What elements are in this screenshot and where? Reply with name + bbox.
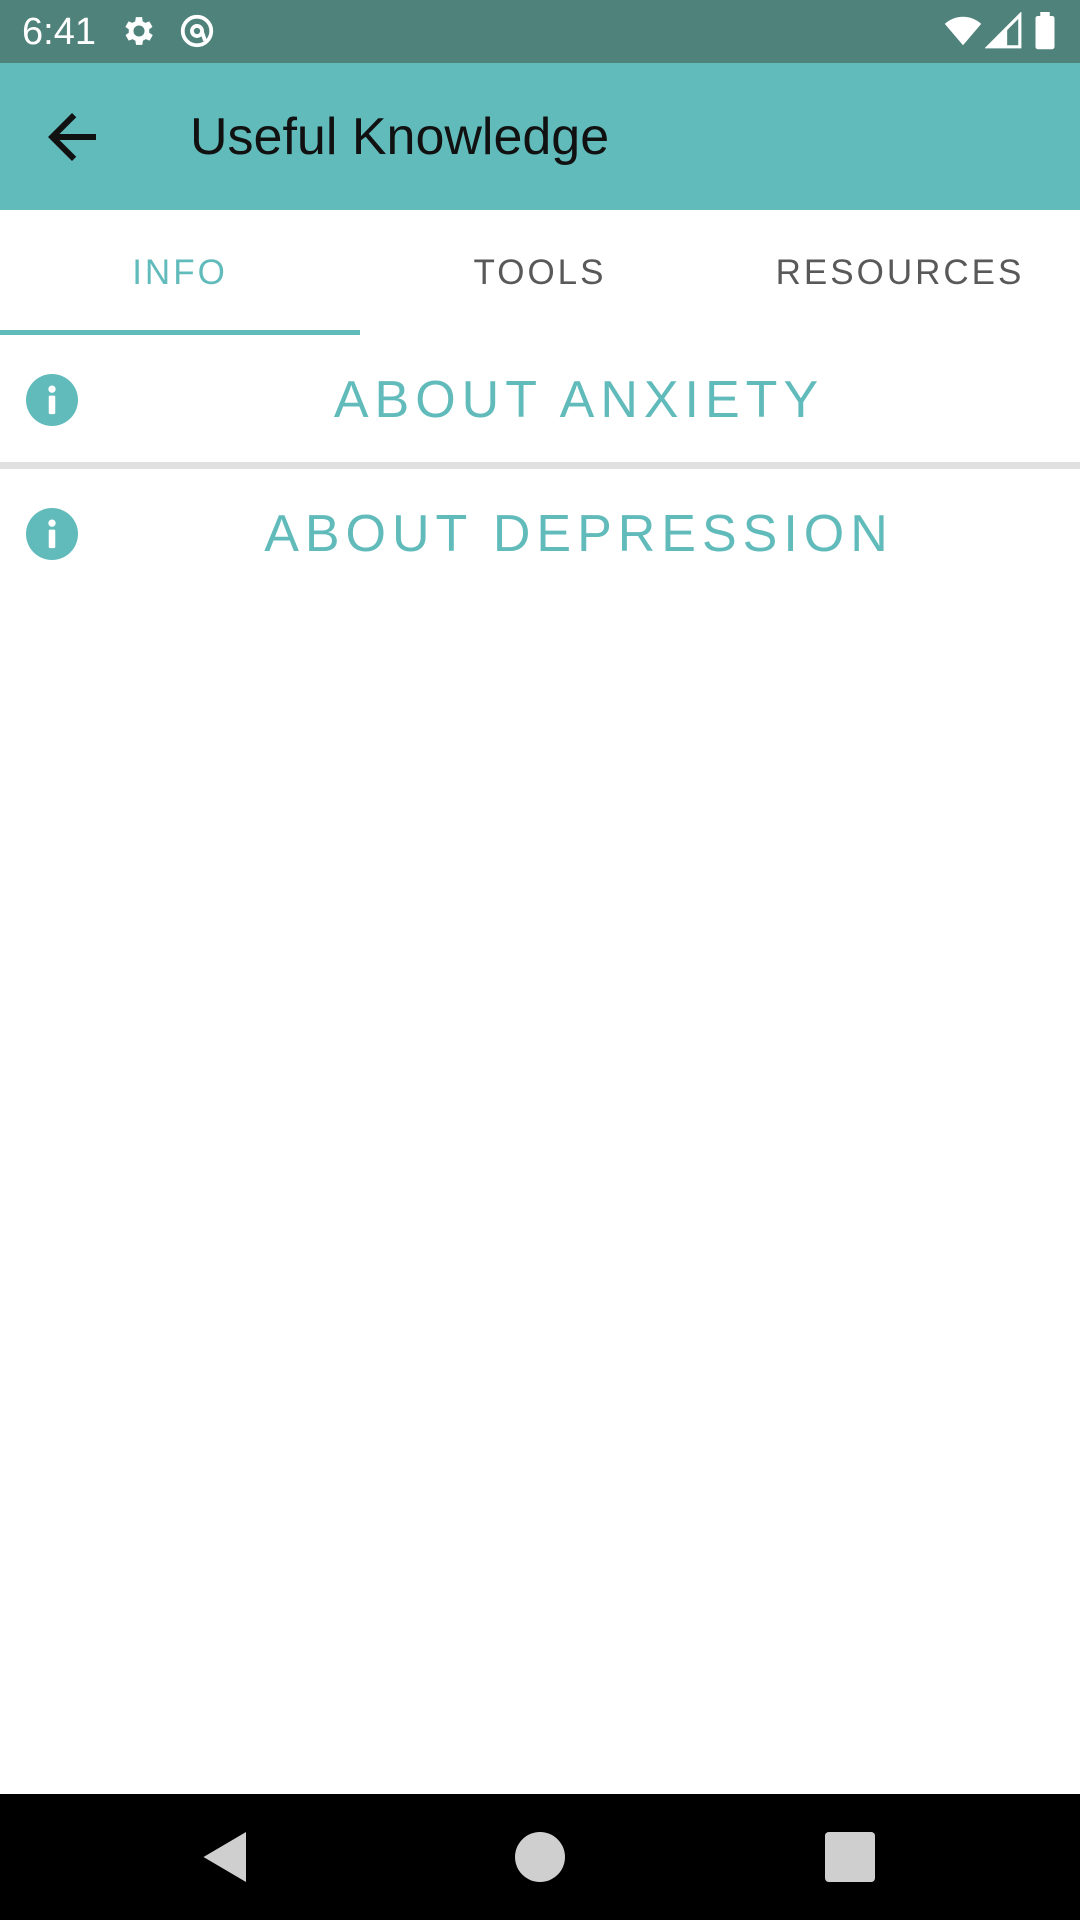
nav-recents-button[interactable] [820,1827,880,1887]
tab-info[interactable]: INFO [0,210,360,335]
settings-gear-icon [120,12,158,50]
recents-square-icon [825,1832,875,1882]
app-bar: Useful Knowledge [0,63,1080,210]
info-icon [26,508,78,560]
arrow-back-icon [48,113,96,161]
list-item-label: ABOUT DEPRESSION [264,505,894,563]
tab-info-label: INFO [132,252,228,292]
tab-resources-label: RESOURCES [775,252,1025,292]
home-circle-icon [515,1832,565,1882]
tab-tools[interactable]: TOOLS [360,210,720,335]
wifi-icon [944,12,982,50]
tab-tools-label: TOOLS [473,252,607,292]
back-button[interactable] [36,101,108,173]
screen: 6:41 Useful Knowledge INFO TOOLS RESOURC… [0,0,1080,1920]
tab-bar: INFO TOOLS RESOURCES [0,210,1080,335]
page-title: Useful Knowledge [190,108,610,166]
list-item-about-depression[interactable]: ABOUT DEPRESSION [0,469,1080,599]
status-bar: 6:41 [0,0,1080,63]
list-item-label: ABOUT ANXIETY [333,371,825,429]
nav-home-button[interactable] [510,1827,570,1887]
back-triangle-icon [203,1832,246,1882]
system-nav-bar [0,1794,1080,1920]
tab-resources[interactable]: RESOURCES [720,210,1080,335]
status-time: 6:41 [22,11,96,53]
at-sign-icon [178,12,216,50]
nav-back-button[interactable] [196,1827,256,1887]
battery-icon [1030,12,1060,50]
signal-icon [985,12,1023,50]
list-item-about-anxiety[interactable]: ABOUT ANXIETY [0,335,1080,465]
divider [0,462,1080,469]
info-icon [26,374,78,426]
